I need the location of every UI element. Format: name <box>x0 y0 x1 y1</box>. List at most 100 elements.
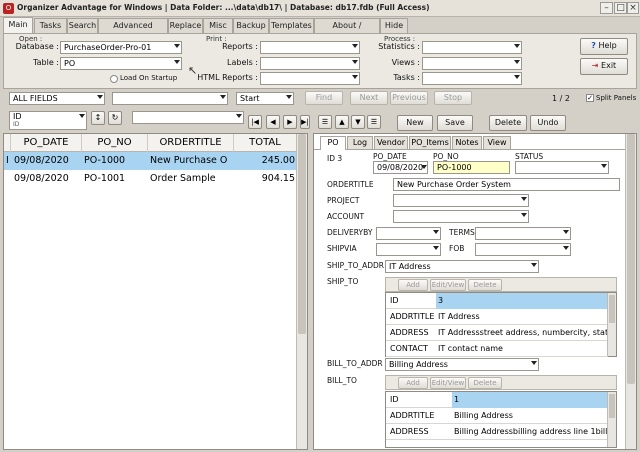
tab-replace[interactable]: Replace <box>168 18 203 33</box>
scrollbar-thumb[interactable] <box>609 295 615 323</box>
bill-to-add-button[interactable]: Add <box>398 377 428 389</box>
prev-record-button[interactable]: ◀ <box>266 115 280 129</box>
project-select[interactable] <box>393 194 529 207</box>
main-tab-bar: Main Tasks Search Advanced Search Replac… <box>0 17 640 44</box>
panel-list-button[interactable]: ☰ <box>367 115 381 129</box>
save-button[interactable]: Save <box>437 115 473 131</box>
list-item[interactable]: ADDRESS IT Addressstreet address, numberc… <box>386 325 608 341</box>
po-no-field[interactable]: PO-1000 <box>433 161 510 174</box>
refresh-button[interactable]: ↻ <box>108 111 122 125</box>
column-header-total[interactable]: TOTAL <box>234 134 297 152</box>
table-row[interactable]: 09/08/2020 PO-1001 Order Sample 904.15 <box>4 170 297 188</box>
delete-button[interactable]: Delete <box>489 115 527 131</box>
sort-field-select[interactable]: ID ID <box>9 111 87 130</box>
tab-misc[interactable]: Misc <box>203 18 233 33</box>
tab-notes[interactable]: Notes <box>452 136 482 149</box>
labels-select[interactable] <box>260 57 360 70</box>
table-row[interactable]: I 09/08/2020 PO-1000 New Purchase O 245.… <box>4 152 297 170</box>
column-header-ordertitle[interactable]: ORDERTITLE <box>148 134 234 152</box>
ship-to-add-button[interactable]: Add <box>398 279 428 291</box>
ship-to-addr-select[interactable]: IT Address <box>385 260 539 273</box>
sort-order-button[interactable]: ↕ <box>91 111 105 125</box>
search-field-select[interactable]: ALL FIELDS <box>9 92 105 105</box>
previous-button[interactable]: Previous <box>390 91 428 105</box>
first-record-button[interactable]: |◀ <box>248 115 262 129</box>
find-button[interactable]: Find <box>305 91 343 105</box>
tab-tasks[interactable]: Tasks <box>34 18 67 33</box>
account-select[interactable] <box>393 210 529 223</box>
tasks-select[interactable] <box>422 72 522 85</box>
bill-to-scrollbar[interactable] <box>607 392 616 447</box>
tab-search[interactable]: Search <box>67 18 98 33</box>
tab-view[interactable]: View <box>483 136 511 149</box>
panel-menu-button[interactable]: ☰ <box>318 115 332 129</box>
ship-to-label: SHIP_TO <box>327 277 359 286</box>
tab-log[interactable]: Log <box>347 136 373 149</box>
list-item[interactable]: ADDRTITLE Billing Address <box>386 408 608 424</box>
cell-total: 245.00 <box>261 155 295 166</box>
tab-backup[interactable]: Backup <box>233 18 269 33</box>
ship-to-edit-view-button[interactable]: Edit/View <box>430 279 466 291</box>
reports-select[interactable] <box>260 41 360 54</box>
deliveryby-select[interactable] <box>376 227 441 240</box>
ship-to-scrollbar[interactable] <box>607 293 616 356</box>
terms-select[interactable] <box>475 227 571 240</box>
help-button[interactable]: ? Help <box>580 38 628 55</box>
views-select[interactable] <box>422 57 522 70</box>
database-select[interactable]: PurchaseOrder-Pro-01 <box>60 41 182 54</box>
bill-to-delete-button[interactable]: Delete <box>468 377 502 389</box>
next-record-button[interactable]: ▶ <box>283 115 297 129</box>
tab-hide[interactable]: Hide <box>380 18 408 33</box>
scrollbar-thumb[interactable] <box>609 394 615 418</box>
scrollbar-thumb[interactable] <box>298 134 306 334</box>
list-item[interactable]: ADDRESS Billing Addressbilling address li… <box>386 424 608 440</box>
list-item[interactable]: CONTACT IT contact name <box>386 341 608 357</box>
database-label: Database : <box>15 42 59 51</box>
html-reports-select[interactable] <box>260 72 360 85</box>
column-header-po-no[interactable]: PO_NO <box>82 134 148 152</box>
load-on-startup-checkbox[interactable] <box>110 75 118 83</box>
tab-about-upgrade[interactable]: About / Upgrade <box>314 18 380 44</box>
search-input[interactable] <box>112 92 228 105</box>
list-item[interactable]: ADDRTITLE IT Address <box>386 309 608 325</box>
bill-to-addr-select[interactable]: Billing Address <box>385 358 539 371</box>
next-button[interactable]: Next <box>350 91 388 105</box>
ship-to-grid: ID 3 ADDRTITLE IT Address ADDRESS IT Addres… <box>385 292 617 357</box>
new-button[interactable]: New <box>397 115 433 131</box>
last-record-button[interactable]: ▶| <box>300 115 310 129</box>
search-mode-select[interactable]: Start <box>236 92 294 105</box>
scrollbar-thumb[interactable] <box>627 134 635 384</box>
list-item[interactable]: ID 1 <box>386 392 608 408</box>
tab-main[interactable]: Main <box>3 17 33 33</box>
maximize-button[interactable]: □ <box>614 2 627 14</box>
list-item[interactable]: ID 3 <box>386 293 608 309</box>
po-date-dropdown-icon[interactable] <box>421 165 427 169</box>
tab-advanced-search[interactable]: Advanced Search <box>98 18 168 44</box>
bill-to-edit-view-button[interactable]: Edit/View <box>430 377 466 389</box>
ship-to-delete-button[interactable]: Delete <box>468 279 502 291</box>
views-label: Views : <box>391 58 420 67</box>
shipvia-select[interactable] <box>376 243 441 256</box>
close-button[interactable]: × <box>627 2 639 14</box>
status-select[interactable] <box>515 161 609 174</box>
exit-button[interactable]: ⇥ Exit <box>580 58 628 75</box>
record-panel-scrollbar[interactable] <box>625 134 636 449</box>
minimize-button[interactable]: – <box>600 2 613 14</box>
stop-button[interactable]: Stop <box>434 91 472 105</box>
grid-scrollbar[interactable] <box>296 134 307 449</box>
table-select[interactable]: PO <box>60 57 182 70</box>
fob-select[interactable] <box>475 243 571 256</box>
split-panels-checkbox[interactable]: ✓ <box>586 94 594 102</box>
filter-select[interactable] <box>132 111 244 124</box>
ordertitle-field[interactable]: New Purchase Order System <box>393 178 620 191</box>
statistics-select[interactable] <box>422 41 522 54</box>
tab-po-items[interactable]: PO_Items <box>409 136 451 149</box>
move-down-button[interactable]: ▼ <box>351 115 365 129</box>
tab-po[interactable]: PO <box>320 136 346 150</box>
po-date-field[interactable]: 09/08/2020 <box>373 161 428 174</box>
tab-templates[interactable]: Templates <box>269 18 314 33</box>
undo-button[interactable]: Undo <box>530 115 566 131</box>
column-header-po-date[interactable]: PO_DATE <box>11 134 82 152</box>
move-up-button[interactable]: ▲ <box>335 115 349 129</box>
tab-vendor[interactable]: Vendor <box>374 136 408 149</box>
